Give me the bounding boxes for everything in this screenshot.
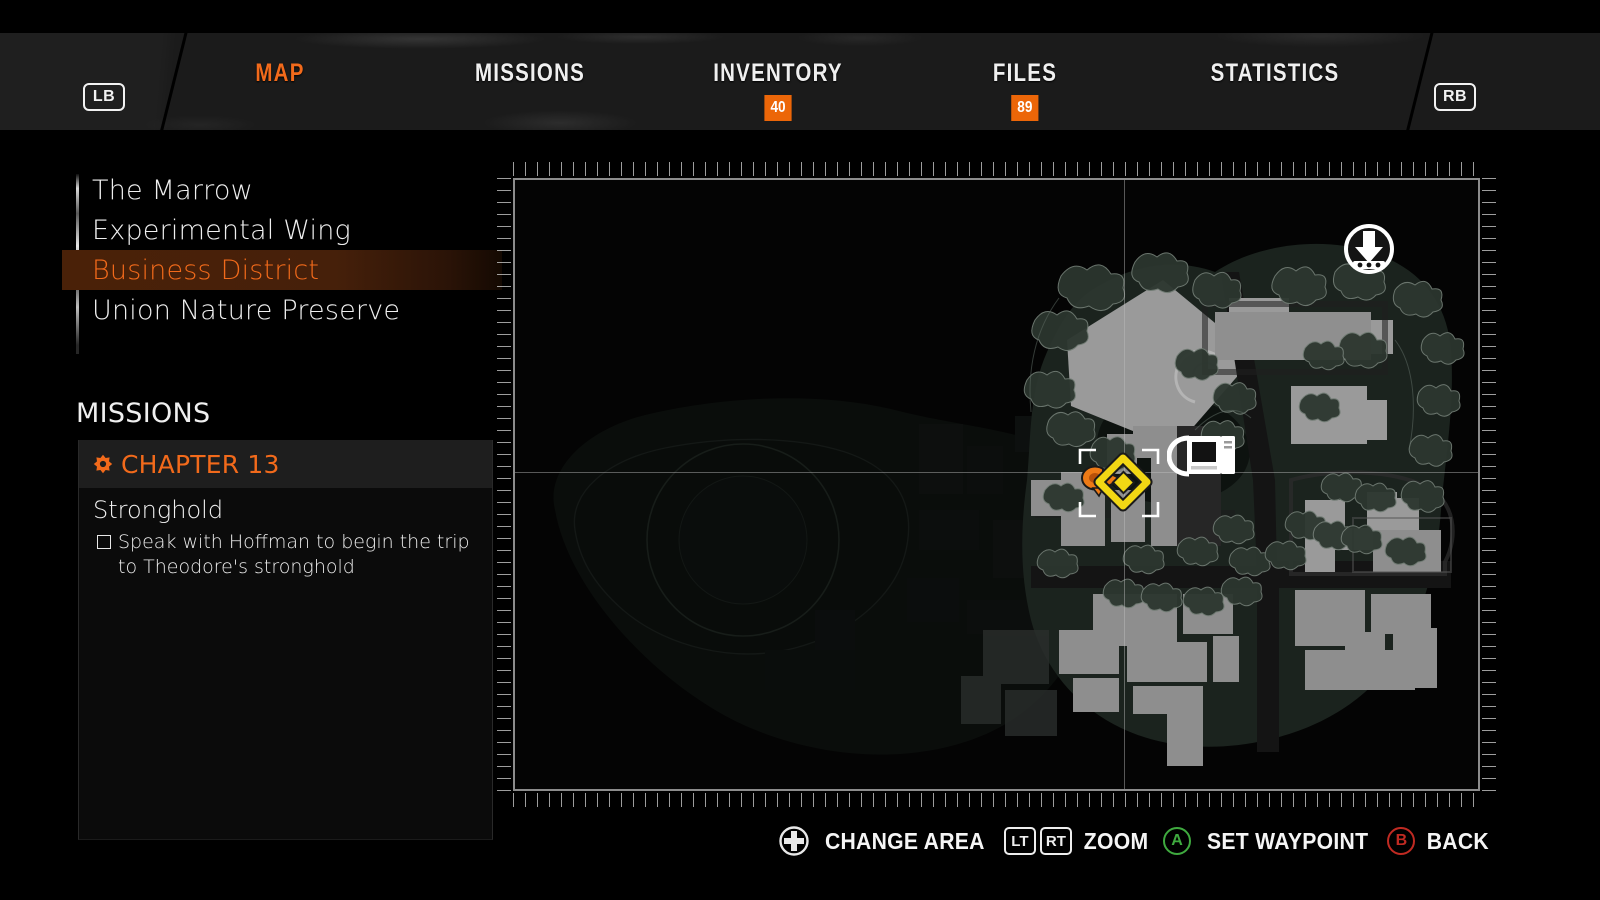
map-render [515, 180, 1478, 789]
missions-heading: MISSIONS [76, 398, 211, 429]
area-item[interactable]: The Marrow [62, 170, 502, 210]
objective-list: Speak with Hoffman to begin the trip to … [79, 526, 492, 580]
nav-tab-statistics[interactable]: STATISTICS [1196, 59, 1353, 88]
waypoint-diamond-icon [1093, 452, 1153, 512]
map-frame[interactable] [513, 178, 1480, 791]
left-panel: The Marrow Experimental Wing Business Dist… [62, 170, 502, 850]
nav-tab-badge: 40 [764, 95, 792, 121]
area-item-label: The Marrow [92, 174, 253, 206]
nav-tab-inventory[interactable]: INVENTORY 40 [699, 59, 857, 121]
area-item-label: Experimental Wing [92, 214, 351, 246]
hint-label: ZOOM [1083, 827, 1149, 854]
letterbox-top [0, 0, 1600, 33]
chapter-star-icon [93, 454, 113, 474]
area-item[interactable]: Experimental Wing [62, 210, 502, 250]
nav-tab-map[interactable]: MAP [250, 59, 310, 88]
map-screen: LB RB MAP MISSIONS INVENTORY 40 FILES 89 STATI… [0, 0, 1600, 900]
chapter-label: CHAPTER 13 [121, 449, 280, 479]
nav-tab-label: INVENTORY [713, 59, 843, 87]
nav-tab-label: MAP [255, 59, 305, 87]
nav-tab-label: STATISTICS [1210, 59, 1340, 87]
control-hints-bar: CHANGE AREA LT RT ZOOM A SET WAYPOINT B BACK [779, 826, 1492, 856]
letterbox-bottom [0, 872, 1600, 900]
map-ruler-top [513, 162, 1480, 176]
right-bumper-button[interactable]: RB [1434, 83, 1476, 111]
map-container[interactable] [497, 162, 1496, 807]
nav-tab-list: MAP MISSIONS INVENTORY 40 FILES 89 STATISTICS [210, 33, 1390, 130]
nav-tab-files[interactable]: FILES 89 [986, 59, 1064, 121]
area-item[interactable]: Union Nature Preserve [62, 290, 502, 330]
objective-row: Speak with Hoffman to begin the trip to … [79, 526, 492, 580]
dpad-icon [779, 826, 809, 856]
lt-trigger-icon[interactable]: LT [1003, 827, 1036, 855]
hint-label: BACK [1427, 827, 1490, 854]
nav-tab-badge: 89 [1011, 95, 1039, 121]
area-item-label: Union Nature Preserve [92, 294, 401, 326]
area-list: The Marrow Experimental Wing Business Dist… [62, 170, 502, 330]
nav-tab-label: MISSIONS [474, 59, 586, 87]
mission-panel: CHAPTER 13 Stronghold Speak with Hoffman… [78, 440, 493, 840]
hint-back[interactable]: B BACK [1387, 827, 1492, 855]
map-crosshair-horizontal [515, 472, 1478, 473]
top-navigation-bar: LB RB MAP MISSIONS INVENTORY 40 FILES 89 STATI… [0, 33, 1600, 130]
hint-change-area[interactable]: CHANGE AREA [779, 826, 992, 856]
rt-trigger-icon[interactable]: RT [1039, 827, 1072, 855]
chapter-row[interactable]: CHAPTER 13 [79, 440, 492, 488]
nav-divider-right [1403, 33, 1436, 130]
b-button-icon[interactable]: B [1387, 827, 1416, 855]
area-item-label: Business District [92, 254, 320, 286]
objective-text: Speak with Hoffman to begin the trip to … [118, 531, 470, 578]
map-ruler-bottom [513, 793, 1480, 807]
a-button-icon[interactable]: A [1163, 827, 1192, 855]
terminal-icon [1167, 435, 1235, 477]
stash-download-icon [1344, 224, 1394, 274]
nav-divider-left [157, 33, 190, 130]
hint-set-waypoint[interactable]: A SET WAYPOINT [1163, 827, 1375, 855]
left-bumper-button[interactable]: LB [83, 83, 125, 111]
hint-zoom[interactable]: LT RT ZOOM [1003, 827, 1151, 855]
area-item[interactable]: Business District [62, 250, 502, 290]
mission-title: Stronghold [93, 496, 224, 524]
nav-tab-label: FILES [992, 59, 1058, 87]
nav-tab-missions[interactable]: MISSIONS [463, 59, 597, 88]
map-ruler-right [1482, 178, 1496, 791]
hint-label: SET WAYPOINT [1207, 827, 1369, 854]
hint-label: CHANGE AREA [825, 827, 985, 854]
objective-checkbox[interactable] [97, 535, 111, 549]
